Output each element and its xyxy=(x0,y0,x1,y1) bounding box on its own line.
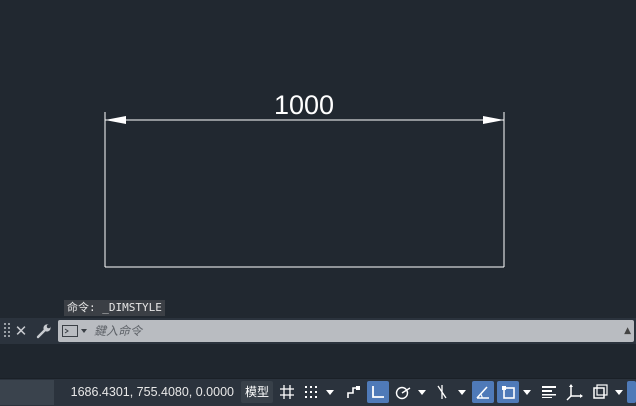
caret-shape xyxy=(523,389,531,395)
dimension-arrow-left xyxy=(105,116,126,124)
polar-shape xyxy=(395,386,411,400)
caret-shape xyxy=(418,389,426,395)
grid-icon[interactable] xyxy=(276,381,298,403)
selection-cycling-icon[interactable] xyxy=(589,381,611,403)
tracking-dropdown-icon[interactable] xyxy=(457,381,467,403)
model-space-button[interactable]: 模型 xyxy=(241,381,273,403)
command-line-bar: ✕ ▲ xyxy=(0,318,636,344)
osnap-shape xyxy=(502,386,515,399)
workspace-icon[interactable] xyxy=(627,381,636,403)
ucs-icon[interactable] xyxy=(564,381,586,403)
selcycle-shape xyxy=(593,384,608,399)
osnap-dropdown-icon[interactable] xyxy=(522,381,532,403)
layout-tab-placeholder[interactable] xyxy=(0,380,54,405)
prompt-dropdown-shape xyxy=(62,325,87,337)
layout-tabs-area xyxy=(0,344,636,378)
infer-constraints-icon[interactable] xyxy=(342,381,364,403)
lineweight-shape xyxy=(542,386,556,398)
ortho-icon[interactable] xyxy=(367,381,389,403)
close-icon[interactable]: ✕ xyxy=(12,318,30,344)
wrench-shape xyxy=(36,324,51,339)
selcycle-dropdown-icon[interactable] xyxy=(614,381,624,403)
snap-icon[interactable] xyxy=(300,381,322,403)
caret-shape xyxy=(326,389,334,395)
command-prompt-icon[interactable] xyxy=(62,323,90,339)
grip-dots xyxy=(4,323,10,337)
grid-shape xyxy=(280,385,294,399)
drawing-canvas[interactable]: 1000 xyxy=(0,0,636,318)
ortho-shape xyxy=(372,386,384,398)
lineweight-icon[interactable] xyxy=(538,381,560,403)
snap-dots xyxy=(305,386,317,398)
command-input-box[interactable]: ▲ xyxy=(58,320,634,342)
isodraft-shape xyxy=(437,385,447,399)
wrench-icon[interactable] xyxy=(34,318,54,344)
infer-shape xyxy=(347,386,360,398)
object-snap-icon[interactable] xyxy=(497,381,519,403)
ucs-shape xyxy=(566,384,583,401)
drawing-area: 1000 xyxy=(104,90,505,268)
caret-shape xyxy=(458,389,466,395)
dynamic-ucs-icon[interactable] xyxy=(472,381,494,403)
coordinates-readout[interactable]: 1686.4301, 755.4080, 0.0000 xyxy=(60,380,238,405)
object-snap-tracking-icon[interactable] xyxy=(431,381,453,403)
polar-tracking-icon[interactable] xyxy=(392,381,414,403)
caret-shape xyxy=(615,389,623,395)
status-bar: 1686.4301, 755.4080, 0.0000 模型 xyxy=(0,378,636,406)
polar-dropdown-icon[interactable] xyxy=(417,381,427,403)
command-history-line: 命令: _DIMSTYLE xyxy=(64,300,165,316)
snap-dropdown-icon[interactable] xyxy=(325,381,335,403)
history-scroll-up-icon[interactable]: ▲ xyxy=(624,326,631,336)
dimension-arrow-right xyxy=(483,116,504,124)
angle-shape xyxy=(476,386,489,399)
dimension-text[interactable]: 1000 xyxy=(274,90,334,120)
command-input[interactable] xyxy=(94,321,594,341)
grip-handle-icon[interactable] xyxy=(3,318,11,344)
